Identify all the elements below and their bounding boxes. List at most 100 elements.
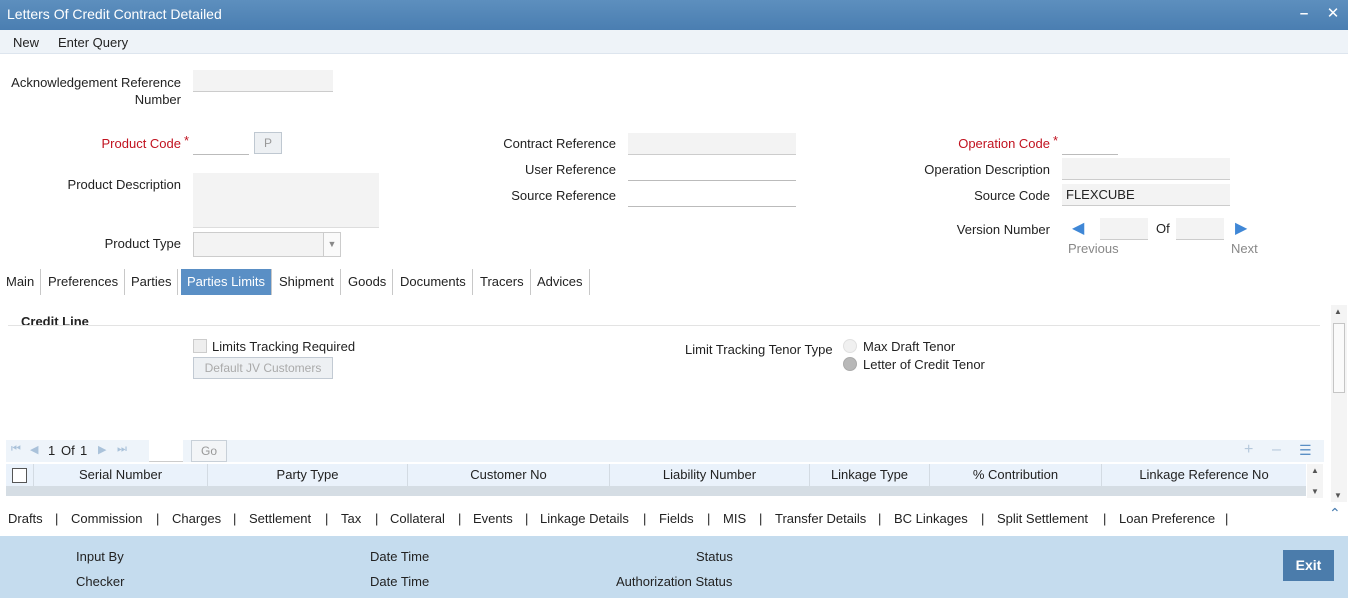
operation-code-field[interactable] bbox=[1062, 133, 1118, 155]
grid-page-current: 1 bbox=[48, 443, 56, 458]
grid-go-button[interactable]: Go bbox=[191, 440, 227, 462]
tab-parties-limits[interactable]: Parties Limits bbox=[181, 269, 273, 295]
product-type-label: Product Type bbox=[104, 236, 181, 251]
tab-documents[interactable]: Documents bbox=[394, 269, 473, 295]
chevron-down-icon[interactable]: ▼ bbox=[323, 233, 340, 256]
title-bar: Letters Of Credit Contract Detailed – ✕ bbox=[0, 0, 1348, 30]
col-party-type[interactable]: Party Type bbox=[208, 464, 408, 486]
first-page-icon[interactable]: ⏮ bbox=[11, 443, 21, 456]
max-draft-tenor-radio[interactable] bbox=[843, 339, 857, 353]
col-liability-number[interactable]: Liability Number bbox=[610, 464, 810, 486]
link-transfer-details[interactable]: Transfer Details bbox=[775, 511, 866, 526]
tenor-type-label: Limit Tracking Tenor Type bbox=[685, 342, 833, 357]
next-page-icon[interactable]: ▶ bbox=[98, 443, 106, 456]
close-icon[interactable]: ✕ bbox=[1323, 4, 1343, 24]
letter-of-credit-tenor-label: Letter of Credit Tenor bbox=[863, 357, 985, 372]
menu-new[interactable]: New bbox=[13, 35, 39, 50]
ack-ref-label: Acknowledgement Reference Number bbox=[11, 75, 181, 107]
link-bc-linkages[interactable]: BC Linkages bbox=[894, 511, 968, 526]
menu-bar: New Enter Query bbox=[0, 30, 1348, 54]
checker-label: Checker bbox=[76, 574, 125, 589]
tab-advices[interactable]: Advices bbox=[531, 269, 590, 295]
link-separator: | bbox=[375, 511, 379, 526]
operation-code-required-mark: * bbox=[1053, 133, 1059, 148]
link-tax[interactable]: Tax bbox=[341, 511, 361, 526]
minimize-icon[interactable]: – bbox=[1294, 4, 1314, 24]
link-collateral[interactable]: Collateral bbox=[390, 511, 445, 526]
link-commission[interactable]: Commission bbox=[71, 511, 143, 526]
ack-ref-field[interactable] bbox=[193, 70, 333, 92]
previous-arrow-icon[interactable]: ◀ bbox=[1072, 218, 1084, 238]
select-all-checkbox[interactable] bbox=[12, 468, 27, 483]
product-code-field[interactable] bbox=[193, 133, 249, 155]
version-total-field[interactable] bbox=[1176, 218, 1224, 240]
link-separator: | bbox=[878, 511, 882, 526]
link-settlement[interactable]: Settlement bbox=[249, 511, 311, 526]
exit-button[interactable]: Exit bbox=[1283, 550, 1334, 581]
version-current-field[interactable] bbox=[1100, 218, 1148, 240]
tab-preferences[interactable]: Preferences bbox=[42, 269, 126, 295]
product-description-field[interactable] bbox=[193, 173, 379, 228]
default-jv-customers-button[interactable]: Default JV Customers bbox=[193, 357, 333, 379]
vertical-scrollbar[interactable]: ▲ ▼ bbox=[1331, 305, 1347, 502]
col-linkage-reference-no[interactable]: Linkage Reference No bbox=[1102, 464, 1306, 486]
product-type-select[interactable]: ▼ bbox=[193, 232, 341, 257]
tab-parties[interactable]: Parties bbox=[125, 269, 179, 295]
col-serial-number[interactable]: Serial Number bbox=[34, 464, 208, 486]
link-events[interactable]: Events bbox=[473, 511, 513, 526]
product-description-label: Product Description bbox=[67, 177, 181, 192]
tab-shipment[interactable]: Shipment bbox=[273, 269, 341, 295]
link-separator: | bbox=[55, 511, 59, 526]
list-view-icon[interactable]: ☰ bbox=[1299, 442, 1312, 459]
grid-body bbox=[6, 486, 1306, 496]
col-linkage-type[interactable]: Linkage Type bbox=[810, 464, 930, 486]
letter-of-credit-tenor-radio[interactable] bbox=[843, 357, 857, 371]
last-page-icon[interactable]: ⏭ bbox=[117, 443, 127, 456]
product-code-lov-button[interactable]: P bbox=[254, 132, 282, 154]
col-contribution[interactable]: % Contribution bbox=[930, 464, 1102, 486]
link-split-settlement[interactable]: Split Settlement bbox=[997, 511, 1088, 526]
grid-scroll-down-icon[interactable]: ▼ bbox=[1311, 487, 1319, 496]
contract-reference-label: Contract Reference bbox=[503, 136, 616, 151]
grid-scrollbar[interactable]: ▲ ▼ bbox=[1307, 464, 1323, 498]
select-all-cell bbox=[6, 464, 34, 486]
link-separator: | bbox=[981, 511, 985, 526]
grid-page-input[interactable] bbox=[149, 440, 183, 462]
link-drafts[interactable]: Drafts bbox=[8, 511, 43, 526]
link-loan-preference[interactable]: Loan Preference bbox=[1119, 511, 1215, 526]
tab-tracers[interactable]: Tracers bbox=[474, 269, 531, 295]
grid-page-of: Of bbox=[61, 443, 75, 458]
source-reference-field[interactable] bbox=[628, 185, 796, 207]
tab-main[interactable]: Main bbox=[0, 269, 42, 295]
col-customer-no[interactable]: Customer No bbox=[408, 464, 610, 486]
link-fields[interactable]: Fields bbox=[659, 511, 694, 526]
next-label[interactable]: Next bbox=[1231, 241, 1258, 256]
link-linkage-details[interactable]: Linkage Details bbox=[540, 511, 629, 526]
authorization-status-label: Authorization Status bbox=[616, 574, 733, 589]
remove-row-icon[interactable]: – bbox=[1272, 441, 1281, 459]
scroll-up-icon[interactable]: ▲ bbox=[1334, 307, 1342, 316]
grid-scroll-up-icon[interactable]: ▲ bbox=[1311, 466, 1319, 475]
add-row-icon[interactable]: + bbox=[1244, 441, 1253, 459]
source-code-field[interactable]: FLEXCUBE bbox=[1062, 184, 1230, 206]
link-mis[interactable]: MIS bbox=[723, 511, 746, 526]
link-charges[interactable]: Charges bbox=[172, 511, 221, 526]
user-reference-label: User Reference bbox=[524, 162, 616, 177]
input-by-label: Input By bbox=[76, 549, 124, 564]
tab-goods[interactable]: Goods bbox=[342, 269, 394, 295]
previous-label[interactable]: Previous bbox=[1068, 241, 1119, 256]
next-arrow-icon[interactable]: ▶ bbox=[1235, 218, 1247, 238]
scroll-down-icon[interactable]: ▼ bbox=[1334, 491, 1342, 500]
menu-enter-query[interactable]: Enter Query bbox=[58, 35, 128, 50]
operation-description-field[interactable] bbox=[1062, 158, 1230, 180]
operation-description-label: Operation Description bbox=[924, 162, 1050, 177]
link-separator: | bbox=[525, 511, 529, 526]
scrollbar-thumb[interactable] bbox=[1333, 323, 1345, 393]
collapse-up-icon[interactable]: ⌃ bbox=[1329, 505, 1341, 522]
user-reference-field[interactable] bbox=[628, 159, 796, 181]
prev-page-icon[interactable]: ◀ bbox=[30, 443, 38, 456]
grid-header: Serial Number Party Type Customer No Lia… bbox=[6, 464, 1306, 486]
limits-tracking-checkbox[interactable] bbox=[193, 339, 207, 353]
contract-reference-field[interactable] bbox=[628, 133, 796, 155]
link-separator: | bbox=[1103, 511, 1107, 526]
